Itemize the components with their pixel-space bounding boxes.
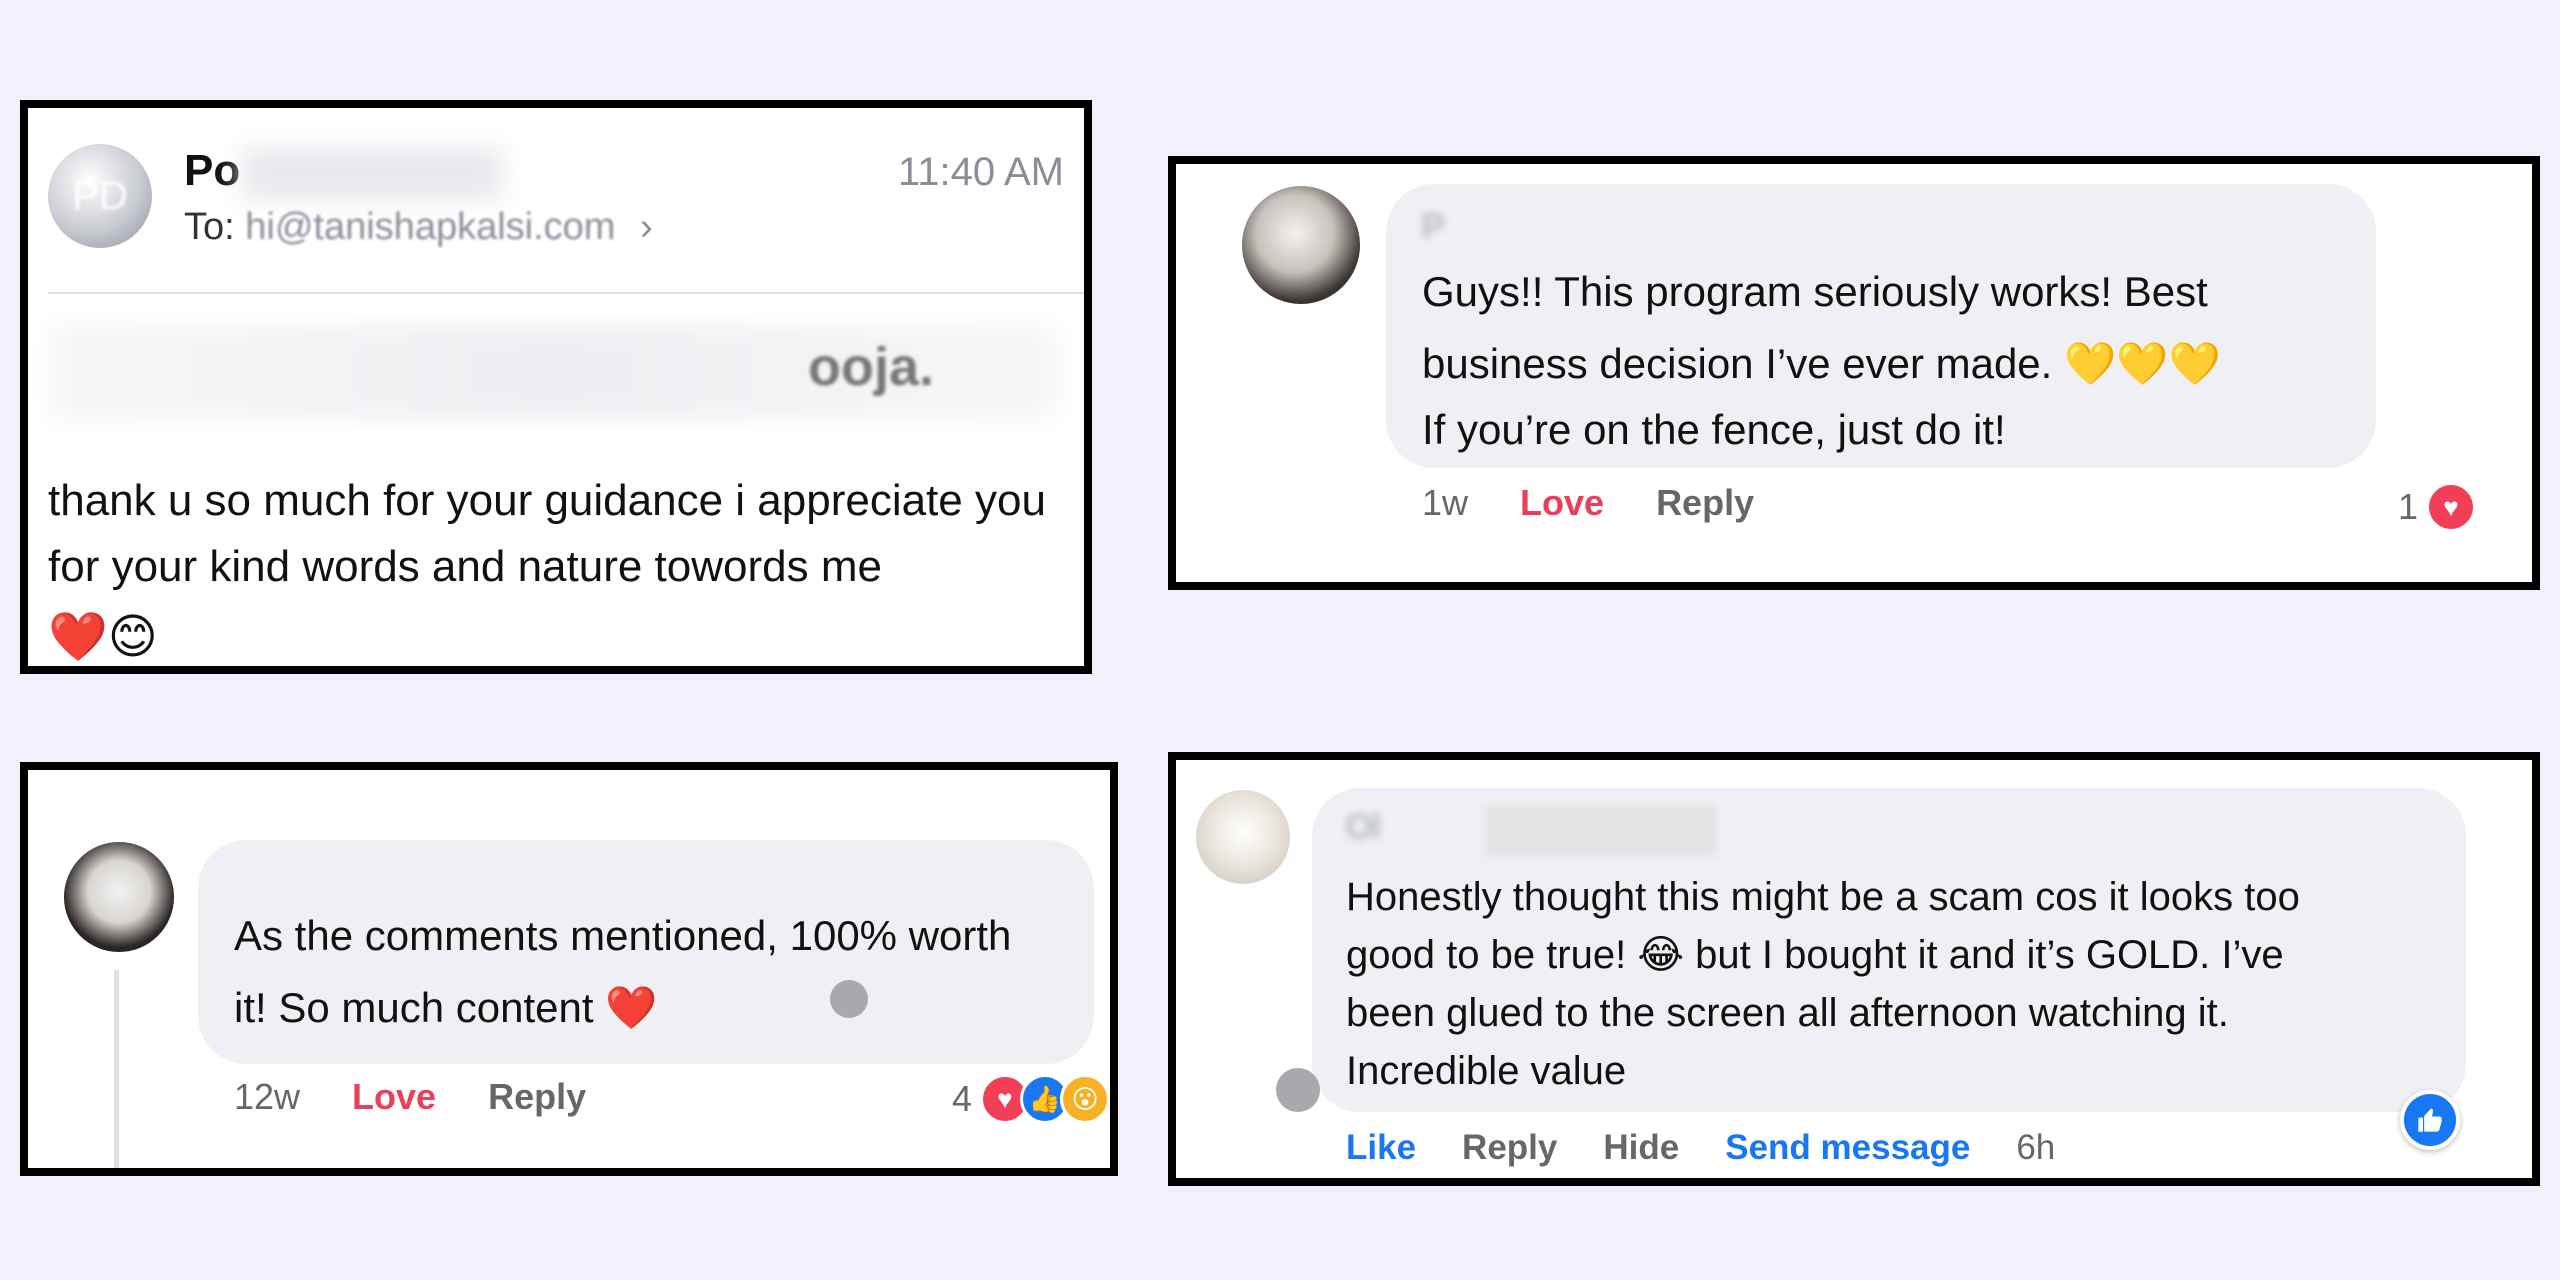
comment-line: Guys!! This program seriously works! Bes… — [1422, 268, 2208, 315]
comment-line: business decision I’ve ever made. 💛💛💛 — [1422, 340, 2221, 387]
like-button[interactable]: Like — [1346, 1128, 1416, 1168]
sender-name: Po — [184, 146, 241, 195]
comment-card-2: As the comments mentioned, 100% worth it… — [20, 762, 1118, 1176]
greeting-fragment: ooja. — [808, 337, 935, 397]
email-body: thank u so much for your guidance i appr… — [48, 476, 1046, 591]
comment-card-1: P Guys!! This program seriously works! B… — [1168, 156, 2540, 590]
touch-cursor — [1276, 1068, 1320, 1112]
comment-actions: 1w Love Reply — [1422, 482, 1754, 524]
thumbs-up-icon — [2418, 1108, 2442, 1132]
recipient-line[interactable]: To: hi@tanishapkalsi.com › — [184, 206, 653, 249]
comment-card-3: Ol Honestly thought this might be a scam… — [1168, 752, 2540, 1186]
hide-button[interactable]: Hide — [1603, 1128, 1679, 1168]
comment-text: Honestly thought this might be a scam co… — [1346, 868, 2446, 1100]
comment-time[interactable]: 1w — [1422, 482, 1468, 524]
comment-text: As the comments mentioned, 100% worth it… — [234, 900, 1094, 1044]
email-testimonial-card: PD Po To: hi@tanishapkalsi.com › 11:40 A… — [20, 100, 1092, 674]
like-reaction-icon[interactable] — [2400, 1090, 2460, 1150]
reply-button[interactable]: Reply — [488, 1076, 586, 1118]
comment-actions: Like Reply Hide Send message 6h — [1346, 1128, 2055, 1168]
commenter-avatar[interactable] — [1242, 186, 1360, 304]
comment-line: Incredible value — [1346, 1049, 1627, 1093]
heart-reaction-icon: ♥ — [2426, 482, 2476, 532]
sender-name-redaction — [242, 148, 502, 200]
reply-button[interactable]: Reply — [1462, 1128, 1557, 1168]
wow-reaction-icon: 😮 — [1060, 1074, 1110, 1124]
love-button[interactable]: Love — [1520, 482, 1604, 524]
commenter-name[interactable]: P — [1422, 208, 1445, 247]
touch-cursor — [830, 980, 868, 1018]
comment-time[interactable]: 6h — [2016, 1128, 2055, 1168]
email-emojis: ❤️😊 — [48, 611, 158, 664]
comment-line: As the comments mentioned, 100% worth — [234, 912, 1012, 959]
reaction-count: 4 — [951, 1078, 972, 1119]
comment-line: good to be true! 😂 but I bought it and i… — [1346, 933, 2284, 977]
comment-line: If you’re on the fence, just do it! — [1422, 406, 2006, 453]
comment-line: Honestly thought this might be a scam co… — [1346, 875, 2300, 919]
thread-line — [114, 970, 119, 1168]
comment-line: been glued to the screen all afternoon w… — [1346, 991, 2229, 1035]
email-timestamp: 11:40 AM — [897, 150, 1064, 194]
send-message-button[interactable]: Send message — [1725, 1128, 1970, 1168]
reaction-summary[interactable]: 4 ♥ 👍 😮 — [952, 1074, 1110, 1124]
reaction-count: 1 — [2397, 486, 2418, 527]
sender-avatar: PD — [48, 144, 152, 248]
comment-time[interactable]: 12w — [234, 1076, 300, 1118]
header-divider — [48, 292, 1084, 294]
comment-text: Guys!! This program seriously works! Bes… — [1422, 256, 2362, 460]
name-redaction — [1486, 806, 1716, 856]
commenter-avatar[interactable] — [1196, 790, 1290, 884]
reply-button[interactable]: Reply — [1656, 482, 1754, 524]
reaction-summary[interactable]: 1 ♥ — [2398, 482, 2476, 532]
love-button[interactable]: Love — [352, 1076, 436, 1118]
recipient-address: hi@tanishapkalsi.com — [245, 206, 616, 248]
to-label: To: — [184, 206, 235, 248]
commenter-name[interactable]: Ol — [1346, 808, 1380, 847]
comment-actions: 12w Love Reply — [234, 1076, 586, 1118]
chevron-right-icon: › — [640, 206, 653, 248]
comment-line: it! So much content ❤️ — [234, 984, 658, 1031]
commenter-avatar[interactable] — [64, 842, 174, 952]
